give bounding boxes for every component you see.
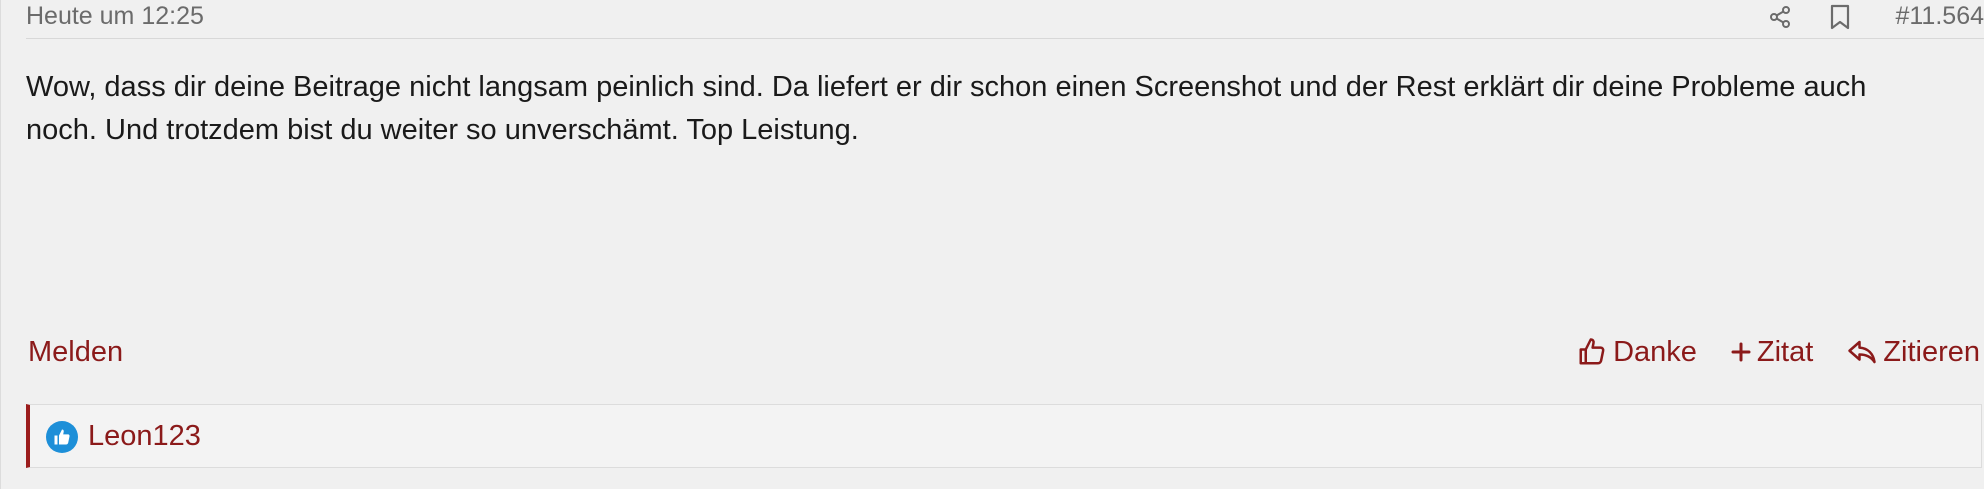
bookmark-icon xyxy=(1830,4,1850,30)
quote-add-button[interactable]: Zitat xyxy=(1731,334,1813,370)
reply-icon xyxy=(1848,340,1877,364)
like-badge xyxy=(46,421,78,453)
plus-icon xyxy=(1731,342,1751,362)
thumbs-up-icon xyxy=(1579,338,1605,365)
share-button[interactable] xyxy=(1763,0,1797,34)
post-body: Wow, dass dir deine Beitrage nicht langs… xyxy=(26,66,1984,152)
thanks-label: Danke xyxy=(1613,336,1697,368)
post-header: Heute um 12:25 #11.564 xyxy=(26,0,1984,39)
report-link[interactable]: Melden xyxy=(28,334,123,370)
left-divider xyxy=(0,0,1,489)
quote-add-label: Zitat xyxy=(1756,336,1814,368)
share-icon xyxy=(1770,6,1790,28)
forum-post: Heute um 12:25 #11.564 Wow, dass dir dei… xyxy=(0,0,1984,489)
bookmark-button[interactable] xyxy=(1823,0,1857,34)
post-body-line: noch. Und trotzdem bist du weiter so unv… xyxy=(26,114,859,146)
liker-username[interactable]: Leon123 xyxy=(88,418,201,454)
post-body-line: Wow, dass dir deine Beitrage nicht langs… xyxy=(26,71,1867,103)
thanks-button[interactable]: Danke xyxy=(1577,334,1697,370)
reply-quote-label: Zitieren xyxy=(1883,336,1980,368)
post-number-link[interactable]: #11.564 xyxy=(1895,2,1984,30)
post-timestamp[interactable]: Heute um 12:25 xyxy=(26,2,204,30)
reply-quote-button[interactable]: Zitieren xyxy=(1847,334,1980,370)
post-actions: Danke Zitat Zitieren xyxy=(1577,334,1980,370)
thumbs-up-icon xyxy=(54,429,70,445)
reactions-bar: Leon123 xyxy=(26,404,1982,468)
